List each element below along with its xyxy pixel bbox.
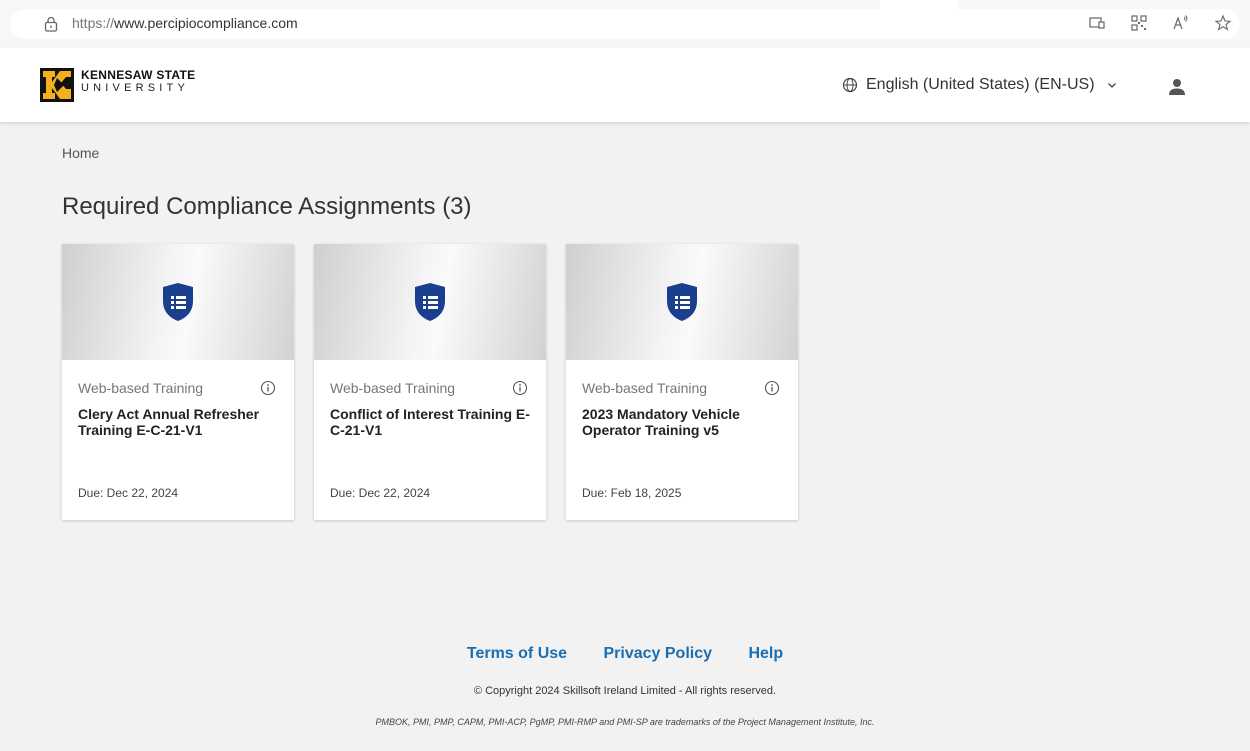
- card-due-date: Due: Feb 18, 2025: [582, 486, 682, 500]
- info-icon[interactable]: [512, 380, 528, 396]
- shield-list-icon: [667, 283, 697, 321]
- trademark-notice: PMBOK, PMI, PMP, CAPM, PMI-ACP, PgMP, PM…: [375, 717, 875, 727]
- card-title[interactable]: Clery Act Annual Refresher Training E-C-…: [78, 406, 282, 438]
- language-label: English (United States) (EN-US): [866, 76, 1095, 93]
- privacy-policy-link[interactable]: Privacy Policy: [604, 645, 713, 662]
- assignment-card[interactable]: Web-based Training Conflict of Interest …: [314, 244, 546, 520]
- shield-list-icon: [415, 283, 445, 321]
- favorite-star-icon[interactable]: [1214, 14, 1232, 32]
- assignment-card[interactable]: Web-based Training 2023 Mandatory Vehicl…: [566, 244, 798, 520]
- assignment-card[interactable]: Web-based Training Clery Act Annual Refr…: [62, 244, 294, 520]
- card-thumbnail: [62, 244, 294, 360]
- card-title[interactable]: 2023 Mandatory Vehicle Operator Training…: [582, 406, 786, 438]
- chevron-down-icon: [1107, 83, 1116, 88]
- globe-icon: [842, 77, 858, 93]
- page-title: Required Compliance Assignments (3): [62, 193, 472, 220]
- language-selector[interactable]: English (United States) (EN-US): [842, 76, 1117, 94]
- url-host: www.percipiocompliance.com: [114, 15, 298, 31]
- breadcrumb-home[interactable]: Home: [62, 145, 99, 161]
- url-protocol: https://: [72, 15, 115, 31]
- logo-line-2: UNIVERSITY: [81, 82, 190, 94]
- read-aloud-icon[interactable]: [1172, 14, 1190, 32]
- url-text[interactable]: https://www.percipiocompliance.com: [72, 15, 298, 31]
- card-type-label: Web-based Training: [78, 380, 204, 396]
- browser-action-icons: [1088, 14, 1232, 32]
- card-thumbnail: [566, 244, 798, 360]
- card-type-label: Web-based Training: [330, 380, 456, 396]
- qr-code-icon[interactable]: [1130, 14, 1148, 32]
- browser-toolbar: https://www.percipiocompliance.com: [0, 0, 1250, 49]
- card-due-date: Due: Dec 22, 2024: [78, 486, 179, 500]
- card-type-label: Web-based Training: [582, 380, 708, 396]
- info-icon[interactable]: [764, 380, 780, 396]
- card-title[interactable]: Conflict of Interest Training E-C-21-V1: [330, 406, 534, 438]
- shield-list-icon: [163, 283, 193, 321]
- university-logo-text: KENNESAW STATE UNIVERSITY: [81, 68, 195, 94]
- footer-links: Terms of Use Privacy Policy Help: [0, 645, 1250, 663]
- assignment-cards: Web-based Training Clery Act Annual Refr…: [62, 244, 798, 520]
- reader-view-icon[interactable]: [1088, 14, 1106, 32]
- logo-line-1: KENNESAW STATE: [81, 68, 196, 82]
- lock-icon[interactable]: [44, 16, 58, 32]
- card-thumbnail: [314, 244, 546, 360]
- help-link[interactable]: Help: [748, 645, 783, 662]
- user-profile-icon[interactable]: [1169, 78, 1185, 96]
- copyright-text: © Copyright 2024 Skillsoft Ireland Limit…: [473, 685, 777, 697]
- info-icon[interactable]: [260, 380, 276, 396]
- card-due-date: Due: Dec 22, 2024: [330, 486, 431, 500]
- terms-of-use-link[interactable]: Terms of Use: [467, 645, 567, 662]
- ksu-logo-icon[interactable]: [40, 68, 74, 102]
- site-header: KENNESAW STATE UNIVERSITY English (Unite…: [0, 48, 1250, 122]
